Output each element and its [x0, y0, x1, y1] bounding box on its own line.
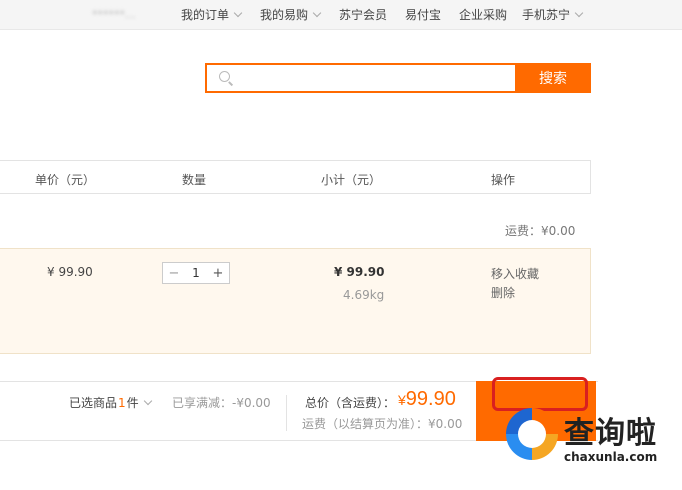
watermark: 查询啦 chaxunla.com: [504, 404, 680, 474]
header-unit-price: 单价（元）: [35, 173, 96, 187]
item-weight: 4.69kg: [343, 288, 385, 302]
chevron-down-icon: [312, 8, 322, 18]
search-input[interactable]: [237, 67, 507, 89]
nav-yifubao-label: 易付宝: [405, 8, 442, 22]
chevron-down-icon: [574, 8, 584, 18]
total-amount: 99.90: [405, 388, 456, 410]
quantity-stepper: − 1 +: [162, 262, 230, 284]
selected-items[interactable]: 已选商品 1 件: [69, 394, 152, 411]
total-price: ¥99.90: [398, 388, 456, 411]
header-subtotal: 小计（元）: [321, 173, 382, 187]
search-box: [205, 63, 515, 93]
nav-mobile-suning-label: 手机苏宁: [522, 8, 571, 22]
selected-prefix: 已选商品: [69, 396, 118, 410]
quantity-value[interactable]: 1: [185, 263, 207, 283]
chevron-down-icon: [143, 396, 152, 406]
watermark-title: 查询啦: [564, 416, 657, 451]
total-label: 总价（含运费）：: [305, 396, 396, 410]
nav-my-orders-label: 我的订单: [181, 8, 230, 22]
watermark-logo-icon: [506, 408, 558, 460]
shipping-note: 运费（以结算页为准）：¥0.00: [302, 417, 463, 431]
divider: [286, 395, 287, 431]
nav-my-yigou[interactable]: 我的易购: [260, 6, 322, 23]
chevron-down-icon: [233, 8, 243, 18]
search-button[interactable]: 搜索: [515, 63, 591, 93]
nav-mobile-suning[interactable]: 手机苏宁: [522, 6, 584, 23]
selected-count: 1: [118, 395, 126, 410]
header-actions: 操作: [491, 173, 516, 187]
move-to-favorites-link[interactable]: 移入收藏: [491, 265, 539, 282]
top-nav-bar: ******... 我的订单 我的易购 苏宁会员 易付宝 企业采购 手机苏宁: [0, 0, 682, 30]
item-unit-price: ¥ 99.90: [47, 265, 93, 279]
nav-my-yigou-label: 我的易购: [260, 8, 309, 22]
nav-enterprise-purchase[interactable]: 企业采购: [459, 6, 507, 23]
shipping-fee: 运费：¥0.00: [505, 224, 576, 238]
cart-table-header: 单价（元） 数量 小计（元） 操作: [0, 160, 591, 194]
nav-my-orders[interactable]: 我的订单: [181, 6, 243, 23]
watermark-url: chaxunla.com: [564, 450, 658, 464]
total-currency: ¥: [398, 392, 406, 408]
nav-suning-member[interactable]: 苏宁会员: [339, 6, 387, 23]
increment-button[interactable]: +: [207, 263, 229, 283]
nav-yifubao[interactable]: 易付宝: [405, 6, 441, 23]
search-icon: [219, 71, 230, 82]
cart-item-row: [0, 248, 591, 354]
header-quantity: 数量: [182, 173, 207, 187]
nav-suning-member-label: 苏宁会员: [339, 8, 388, 22]
username-blurred[interactable]: ******...: [92, 8, 162, 21]
decrement-button[interactable]: −: [163, 263, 185, 283]
nav-enterprise-purchase-label: 企业采购: [459, 8, 508, 22]
discount-amount: 已享满减：-¥0.00: [172, 396, 271, 410]
item-subtotal: ¥ 99.90: [334, 265, 385, 279]
delete-link[interactable]: 删除: [491, 284, 515, 301]
selected-unit: 件: [126, 396, 139, 410]
